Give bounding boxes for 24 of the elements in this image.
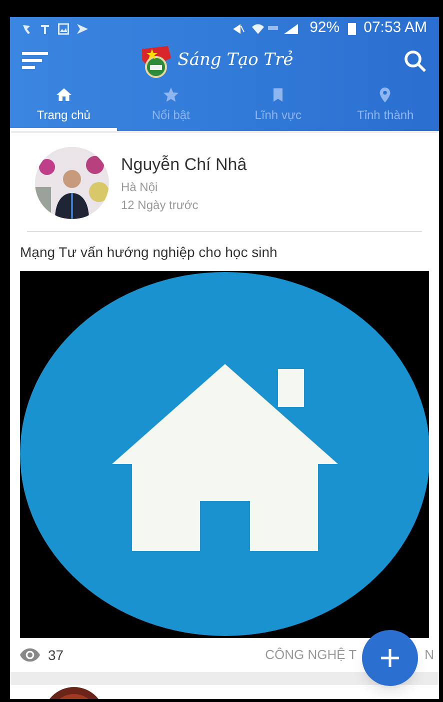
author-name: Nguyễn Chí Nhâ <box>121 154 247 176</box>
plus-icon <box>381 649 399 667</box>
send-icon <box>77 22 88 34</box>
view-count: 37 <box>48 646 64 664</box>
post-title: Mạng Tư vấn hướng nghiệp cho học sinh <box>20 243 278 262</box>
notification-icon <box>22 22 32 34</box>
nav-tab[interactable]: Lĩnh vực <box>224 82 332 131</box>
author-location: Hà Nội <box>121 178 159 196</box>
category-label: N <box>424 646 434 664</box>
battery-percentage: 92% <box>310 18 340 38</box>
battery-icon <box>348 22 356 35</box>
menu-icon[interactable] <box>22 52 48 70</box>
text-icon <box>40 22 50 34</box>
nav-tab[interactable]: Tỉnh thành <box>332 82 439 131</box>
nav-tab[interactable]: Nổi bật <box>117 82 224 131</box>
eye-icon <box>20 648 40 662</box>
search-icon[interactable] <box>403 49 427 73</box>
clock-time: 07:53 AM <box>364 18 427 38</box>
star-icon <box>162 86 180 104</box>
category-label: CÔNG NGHỆ T <box>265 646 357 664</box>
home-icon <box>54 86 73 104</box>
app-title: Sáng Tạo Trẻ <box>178 49 294 72</box>
image-icon <box>58 22 69 34</box>
post-time: 12 Ngày trước <box>121 196 200 214</box>
